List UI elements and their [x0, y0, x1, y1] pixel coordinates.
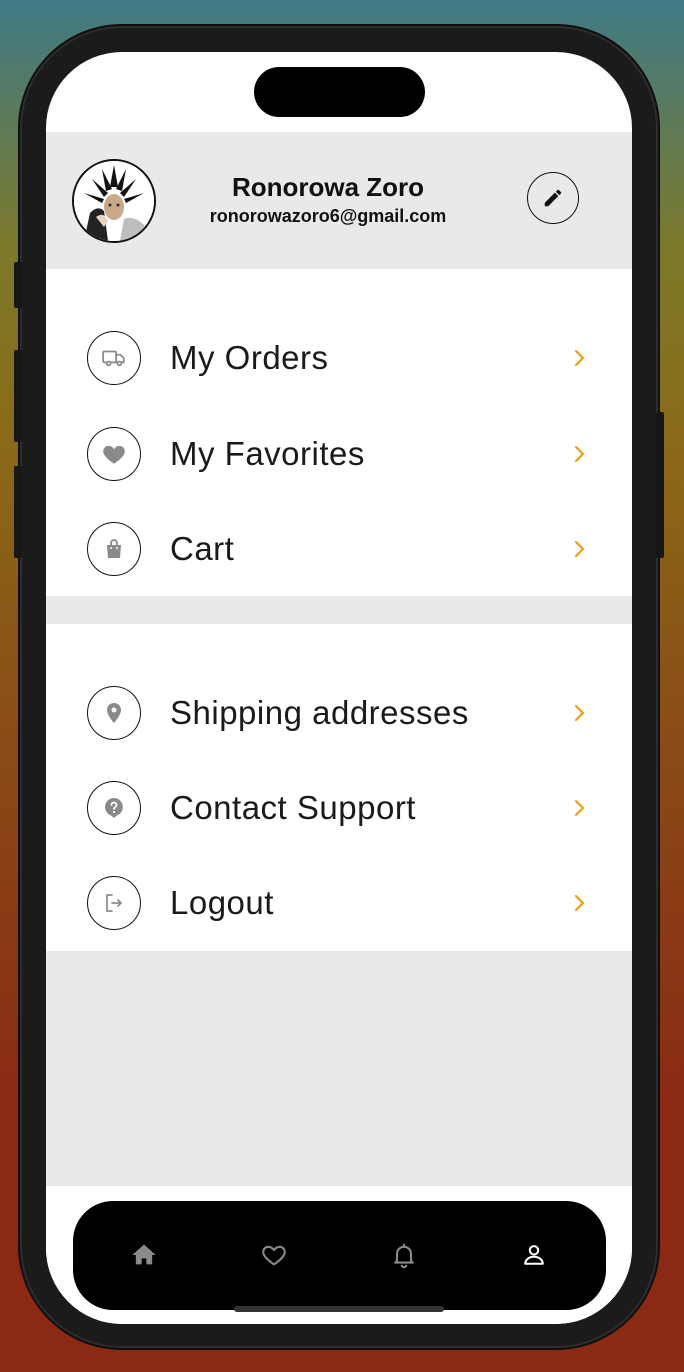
empty-area — [46, 951, 632, 1186]
home-icon — [132, 1244, 156, 1265]
menu-item-logout[interactable]: Logout — [46, 863, 632, 943]
home-indicator[interactable] — [234, 1306, 444, 1312]
profile-email: ronorowazoro6@gmail.com — [209, 206, 447, 226]
profile-header: Ronorowa Zoro ronorowazoro6@gmail.com — [46, 132, 632, 269]
power-button — [656, 412, 664, 558]
location-pin-icon — [87, 686, 141, 740]
tab-home[interactable] — [127, 1238, 161, 1272]
app-screen: Ronorowa Zoro ronorowazoro6@gmail.com My… — [46, 52, 632, 1324]
menu-group-secondary: Shipping addresses Contact Support Logou… — [46, 624, 632, 951]
avatar[interactable] — [72, 159, 156, 243]
chevron-right-icon — [574, 704, 585, 722]
volume-up-button — [14, 350, 22, 442]
menu-label: Cart — [170, 530, 235, 567]
person-icon — [524, 1245, 544, 1265]
heart-outline-icon — [262, 1245, 286, 1266]
help-icon — [87, 781, 141, 835]
menu-item-shipping-addresses[interactable]: Shipping addresses — [46, 673, 632, 753]
chevron-right-icon — [574, 540, 585, 558]
volume-down-button — [14, 466, 22, 558]
bottom-tab-bar — [73, 1201, 606, 1310]
menu-label: Logout — [170, 884, 274, 921]
section-divider — [46, 596, 632, 624]
bell-icon — [394, 1243, 414, 1269]
menu-item-my-orders[interactable]: My Orders — [46, 318, 632, 398]
logout-icon — [87, 876, 141, 930]
menu-label: My Favorites — [170, 435, 365, 472]
chevron-right-icon — [574, 349, 585, 367]
truck-icon — [87, 331, 141, 385]
shopping-bag-icon — [87, 522, 141, 576]
menu-item-contact-support[interactable]: Contact Support — [46, 768, 632, 848]
chevron-right-icon — [574, 799, 585, 817]
heart-icon — [87, 427, 141, 481]
menu-item-cart[interactable]: Cart — [46, 509, 632, 589]
pencil-icon — [544, 189, 562, 207]
menu-group-primary: My Orders My Favorites Cart — [46, 269, 632, 596]
profile-name: Ronorowa Zoro — [231, 172, 425, 202]
menu-item-my-favorites[interactable]: My Favorites — [46, 414, 632, 494]
menu-label: Contact Support — [170, 789, 416, 826]
tab-notifications[interactable] — [387, 1238, 421, 1272]
edit-profile-button[interactable] — [527, 172, 579, 224]
menu-label: Shipping addresses — [170, 694, 469, 731]
tab-profile[interactable] — [517, 1238, 551, 1272]
action-button — [14, 262, 22, 308]
chevron-right-icon — [574, 445, 585, 463]
dynamic-island — [254, 67, 425, 117]
menu-label: My Orders — [170, 339, 329, 376]
tab-favorites[interactable] — [257, 1238, 291, 1272]
chevron-right-icon — [574, 894, 585, 912]
